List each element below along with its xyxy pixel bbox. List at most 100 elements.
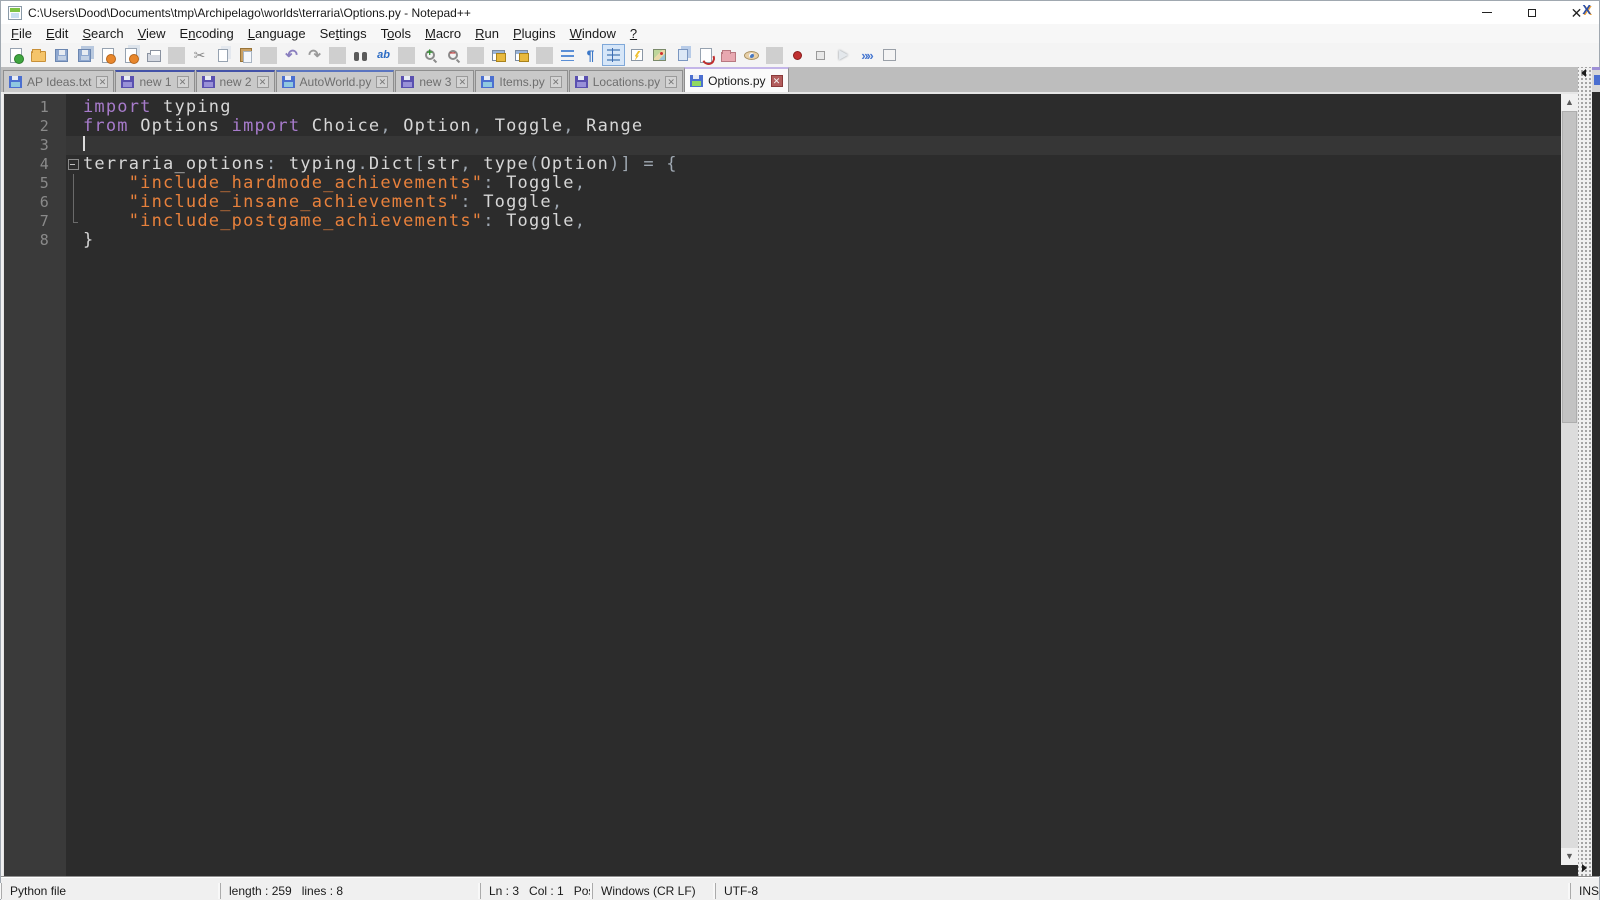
menu-item[interactable]: Encoding: [173, 25, 241, 42]
toolbar-button-icon: [260, 46, 277, 64]
splitter-collapse-right-icon[interactable]: [1582, 864, 1587, 872]
toolbar-button[interactable]: [602, 44, 625, 66]
toolbar-button[interactable]: ↷: [303, 44, 326, 66]
toolbar-button[interactable]: [671, 44, 694, 66]
tab-close-icon[interactable]: ✕: [770, 74, 783, 87]
floppy-disk-icon: [574, 75, 588, 88]
toolbar-button[interactable]: [211, 44, 234, 66]
tab-close-icon[interactable]: ✕: [96, 75, 109, 88]
toolbar-button[interactable]: [533, 46, 556, 64]
menu-item[interactable]: Macro: [418, 25, 468, 42]
toolbar-button[interactable]: [464, 46, 487, 64]
toolbar-button[interactable]: [832, 44, 855, 66]
tab-close-icon[interactable]: ✕: [176, 76, 189, 88]
toolbar-button[interactable]: ↶: [280, 44, 303, 66]
restore-button[interactable]: [1509, 1, 1554, 24]
tab-close-icon[interactable]: ✕: [456, 75, 469, 88]
toolbar-button[interactable]: [878, 44, 901, 66]
toolbar-button[interactable]: [717, 44, 740, 66]
menu-item[interactable]: Plugins: [506, 25, 563, 42]
fold-margin[interactable]: [66, 231, 83, 250]
toolbar-button[interactable]: [119, 44, 142, 66]
toolbar-button[interactable]: [257, 46, 280, 64]
menu-item[interactable]: Window: [563, 25, 623, 42]
tab-close-icon[interactable]: ✕: [256, 76, 269, 88]
menu-item[interactable]: Edit: [39, 25, 75, 42]
document-tab[interactable]: Locations.py ✕: [568, 70, 684, 92]
menu-item[interactable]: Run: [468, 25, 506, 42]
toolbar-button[interactable]: [234, 44, 257, 66]
document-tab[interactable]: AutoWorld.py ✕: [275, 70, 395, 92]
code-token: :: [483, 211, 507, 231]
toolbar-button[interactable]: [418, 44, 441, 66]
toolbar-button[interactable]: [395, 46, 418, 64]
fold-margin[interactable]: [66, 98, 83, 117]
menu-item[interactable]: Language: [241, 25, 313, 42]
menu-item[interactable]: View: [131, 25, 173, 42]
toolbar-button[interactable]: [4, 44, 27, 66]
fold-margin[interactable]: [66, 174, 83, 193]
menu-item[interactable]: ?: [623, 25, 644, 42]
vertical-scrollbar[interactable]: ▲ ▼: [1561, 94, 1578, 865]
code-token: :: [265, 154, 289, 174]
toolbar-button[interactable]: [27, 44, 50, 66]
splitter-collapse-left-icon[interactable]: [1581, 69, 1586, 77]
menu-item[interactable]: Tools: [374, 25, 418, 42]
toolbar-button[interactable]: [487, 44, 510, 66]
toolbar-button[interactable]: [50, 44, 73, 66]
toolbar-button[interactable]: [142, 44, 165, 66]
fold-margin[interactable]: [66, 212, 83, 231]
menu-item[interactable]: Settings: [313, 25, 374, 42]
tab-close-icon[interactable]: ✕: [549, 75, 562, 88]
code-token: Options: [140, 116, 221, 136]
fold-margin[interactable]: [66, 117, 83, 136]
menu-item[interactable]: Search: [75, 25, 130, 42]
scroll-down-icon[interactable]: ▼: [1561, 848, 1578, 865]
document-tab[interactable]: new 1 ✕: [115, 70, 195, 92]
toolbar-button[interactable]: [349, 44, 372, 66]
scroll-up-icon[interactable]: ▲: [1561, 94, 1578, 111]
tab-close-icon[interactable]: ✕: [665, 75, 678, 88]
toolbar-button[interactable]: [510, 44, 533, 66]
minimize-button[interactable]: [1464, 1, 1509, 24]
document-tab[interactable]: new 3 ✕: [395, 70, 475, 92]
toolbar-button[interactable]: [625, 44, 648, 66]
toolbar-button[interactable]: [73, 44, 96, 66]
toolbar-button[interactable]: [96, 44, 119, 66]
toolbar-button-icon: ↶: [285, 47, 298, 64]
toolbar-button[interactable]: [556, 44, 579, 66]
close-document-icon[interactable]: X: [1582, 2, 1591, 17]
toolbar-button[interactable]: [763, 46, 786, 64]
toolbar-button[interactable]: [786, 44, 809, 66]
menu-item[interactable]: File: [4, 25, 39, 42]
toolbar-button[interactable]: ✂: [188, 44, 211, 66]
toolbar-button[interactable]: [740, 44, 763, 66]
restore-icon: [1527, 6, 1541, 17]
fold-margin[interactable]: [66, 136, 83, 155]
view-splitter[interactable]: [1578, 67, 1592, 876]
toolbar-button[interactable]: »»: [855, 44, 878, 66]
fold-margin[interactable]: [66, 155, 83, 174]
document-tab[interactable]: Items.py ✕: [475, 70, 568, 92]
toolbar-button[interactable]: [694, 44, 717, 66]
editor-area[interactable]: 1 import typing 2 from Options import Ch…: [3, 92, 1578, 876]
code-area[interactable]: 1 import typing 2 from Options import Ch…: [4, 94, 1561, 876]
close-button[interactable]: ✕: [1554, 1, 1599, 24]
toolbar-button[interactable]: ¶: [579, 44, 602, 66]
document-tab[interactable]: new 2 ✕: [195, 70, 275, 92]
document-tab[interactable]: AP Ideas.txt ✕: [3, 70, 115, 92]
tab-close-icon[interactable]: ✕: [376, 76, 389, 88]
document-tab[interactable]: Options.py ✕: [684, 67, 789, 92]
code-token: Toggle: [483, 192, 552, 212]
toolbar-button[interactable]: [165, 46, 188, 64]
toolbar-button[interactable]: [441, 44, 464, 66]
toolbar-button[interactable]: [326, 46, 349, 64]
toolbar-button-icon: [630, 49, 643, 61]
tab-bar: AP Ideas.txt ✕ new 1 ✕ new 2 ✕ AutoWorld…: [1, 67, 1578, 92]
scrollbar-thumb[interactable]: [1562, 111, 1577, 423]
toolbar-button[interactable]: ab: [372, 44, 395, 66]
toolbar-button[interactable]: [648, 44, 671, 66]
fold-margin[interactable]: [66, 193, 83, 212]
toolbar-button[interactable]: [809, 44, 832, 66]
